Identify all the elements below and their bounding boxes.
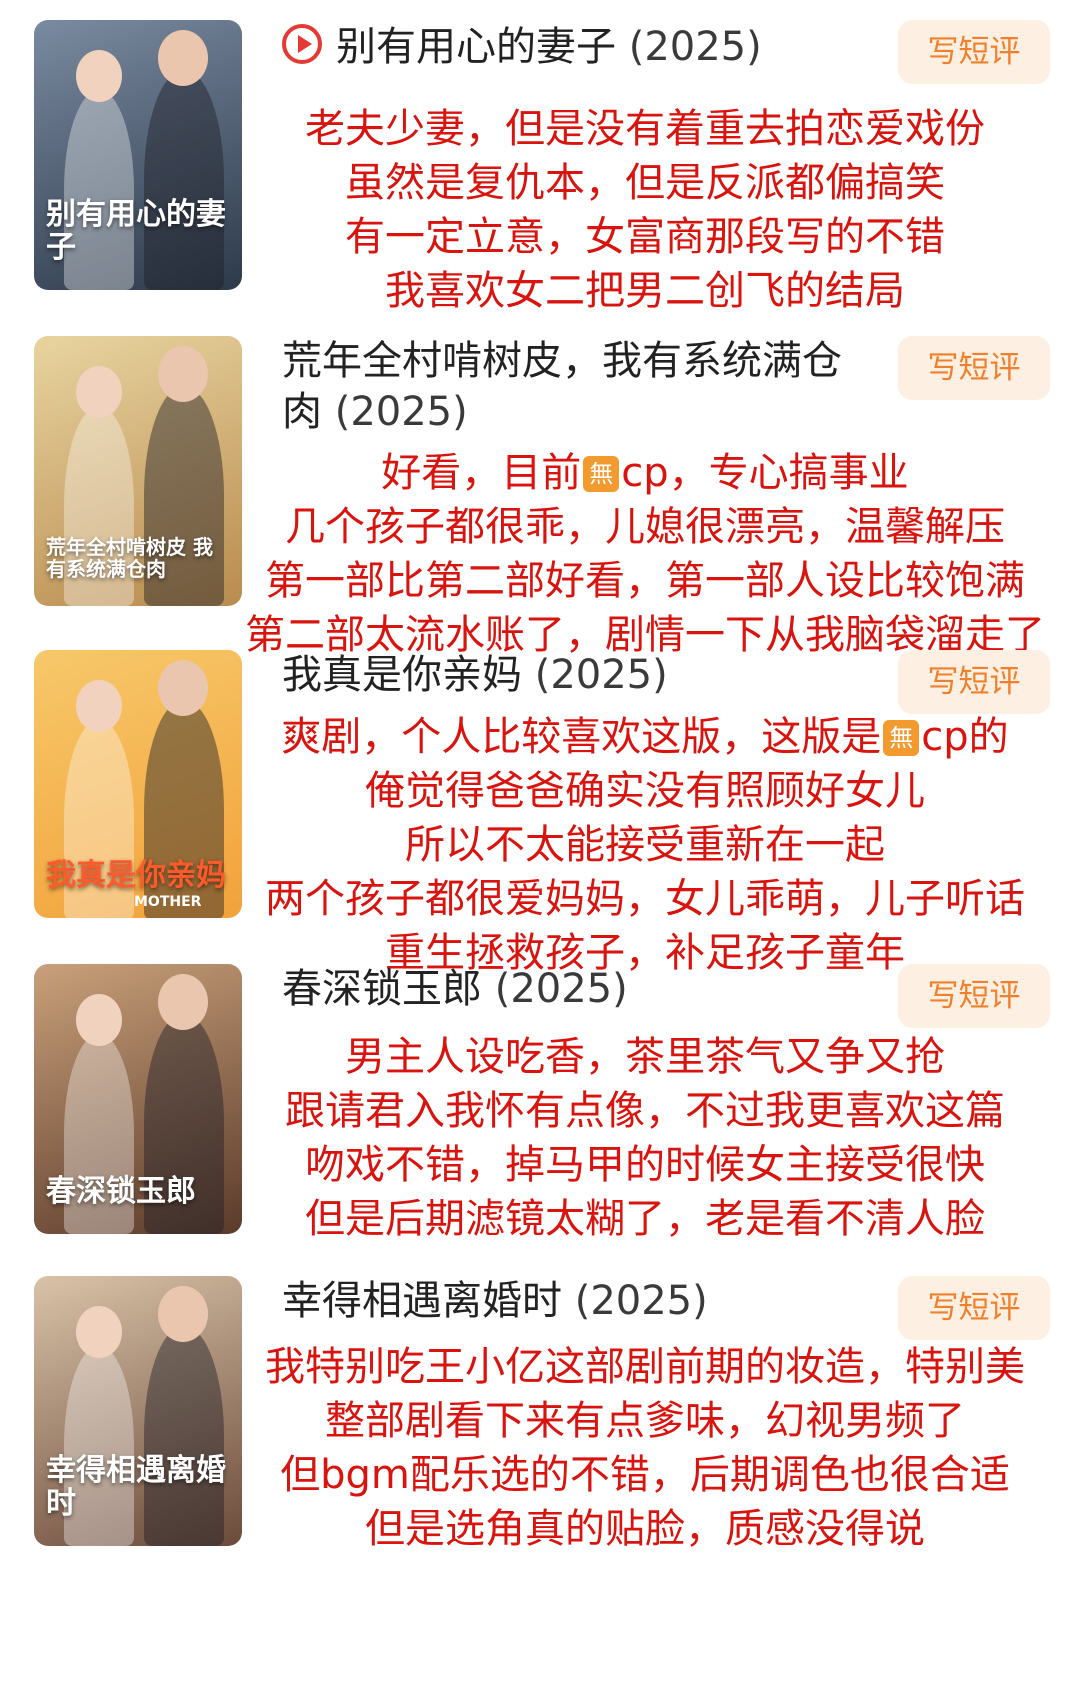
poster-title: 幸得相遇离婚时 [46, 1453, 226, 1521]
poster-face [76, 366, 122, 418]
review-comment: 好看，目前無 cp，专心搞事业几个孩子都很乖，儿媳很漂亮，温馨解压 第一部比第二部好… [210, 446, 1080, 662]
comment-line: 几个孩子都很乖，儿媳很漂亮，温馨解压 [285, 504, 1005, 550]
drama-title[interactable]: 别有用心的妻子 [336, 24, 629, 70]
poster-face [76, 994, 122, 1046]
drama-year: (2025) [534, 652, 668, 698]
drama-title-row[interactable]: 幸得相遇离婚时 (2025) [282, 1276, 862, 1327]
comment-line: 虽然是复仇本，但是反派都偏搞笑 [345, 160, 945, 206]
write-review-button[interactable]: 写短评 [898, 650, 1050, 714]
comment-line: 但是后期滤镜太糊了，老是看不清人脸 [305, 1196, 985, 1242]
poster-face [158, 30, 208, 86]
comment-line: 第一部比第二部好看，第一部人设比较饱满 [265, 558, 1025, 604]
review-comment: 老夫少妻，但是没有着重去拍恋爱戏份 虽然是复仇本，但是反派都偏搞笑 有一定立意，女富… [210, 102, 1080, 318]
poster-face [76, 1306, 122, 1358]
comment-line: 俺觉得爸爸确实没有照顾好女儿 [365, 768, 925, 814]
poster-face [158, 1286, 208, 1342]
drama-title[interactable]: 幸得相遇离婚时 [282, 1278, 575, 1324]
comment-line: 男主人设吃香，茶里茶气又争又抢 [345, 1034, 945, 1080]
poster-face [76, 50, 122, 102]
drama-year: (2025) [628, 24, 762, 70]
drama-year: (2025) [494, 966, 628, 1012]
comment-line: 我特别吃王小亿这部剧前期的妆造，特别美 [265, 1344, 1025, 1390]
comment-line: 有一定立意，女富商那段写的不错 [345, 214, 945, 260]
drama-title[interactable]: 春深锁玉郎 [282, 966, 495, 1012]
poster-title: 春深锁玉郎 [46, 1174, 196, 1209]
write-review-button[interactable]: 写短评 [898, 964, 1050, 1028]
drama-year: (2025) [334, 389, 468, 436]
drama-title-row[interactable]: 荒年全村啃树皮，我有系统满仓肉 (2025) [282, 336, 862, 438]
poster-face [158, 660, 208, 716]
poster-title: 荒年全村啃树皮 我有系统满仓肉 [46, 535, 213, 581]
comment-line: 老夫少妻，但是没有着重去拍恋爱戏份 [305, 106, 985, 152]
comment-line: 但bgm配乐选的不错，后期调色也很合适 [280, 1452, 1010, 1498]
write-review-button[interactable]: 写短评 [898, 336, 1050, 400]
poster-title: 我真是你亲妈 [46, 858, 226, 893]
comment-line: 两个孩子都很爱妈妈，女儿乖萌，儿子听话 [265, 876, 1025, 922]
poster-face [158, 974, 208, 1030]
comment-line: 好看，目前無 cp，专心搞事业 [381, 450, 909, 496]
poster-subtitle: MOTHER [134, 894, 202, 910]
write-review-button[interactable]: 写短评 [898, 20, 1050, 84]
comment-line: 整部剧看下来有点爹味，幻视男频了 [325, 1398, 965, 1444]
drama-year: (2025) [574, 1278, 708, 1324]
drama-title[interactable]: 我真是你亲妈 [282, 652, 535, 698]
comment-line: 但是选角真的贴脸，质感没得说 [365, 1506, 925, 1552]
comment-line: 爽剧，个人比较喜欢这版，这版是無 cp的 [281, 714, 1009, 760]
comment-line: 跟请君入我怀有点像，不过我更喜欢这篇 [285, 1088, 1005, 1134]
review-comment: 爽剧，个人比较喜欢这版，这版是無 cp的 俺觉得爸爸确实没有照顾好女儿 所以不太能接受… [210, 710, 1080, 980]
review-comment: 男主人设吃香，茶里茶气又争又抢跟请君入我怀有点像，不过我更喜欢这篇 吻戏不错，掉马… [210, 1030, 1080, 1246]
drama-title-row[interactable]: 春深锁玉郎 (2025) [282, 964, 862, 1015]
play-icon[interactable] [282, 24, 322, 64]
comment-line: 我喜欢女二把男二创飞的结局 [385, 268, 905, 314]
no-emoji-badge: 無 [883, 720, 920, 756]
comment-line: 吻戏不错，掉马甲的时候女主接受很快 [305, 1142, 985, 1188]
write-review-button[interactable]: 写短评 [898, 1276, 1050, 1340]
drama-title-row[interactable]: 我真是你亲妈 (2025) [282, 650, 862, 701]
no-emoji-badge: 無 [583, 456, 620, 492]
poster-title: 别有用心的妻子 [46, 197, 226, 265]
comment-line: 所以不太能接受重新在一起 [405, 822, 885, 868]
poster-face [76, 680, 122, 732]
review-comment: 我特别吃王小亿这部剧前期的妆造，特别美 整部剧看下来有点爹味，幻视男频了 但bgm配… [210, 1340, 1080, 1556]
poster-face [158, 346, 208, 402]
drama-title-row[interactable]: 别有用心的妻子 (2025) [282, 22, 862, 73]
